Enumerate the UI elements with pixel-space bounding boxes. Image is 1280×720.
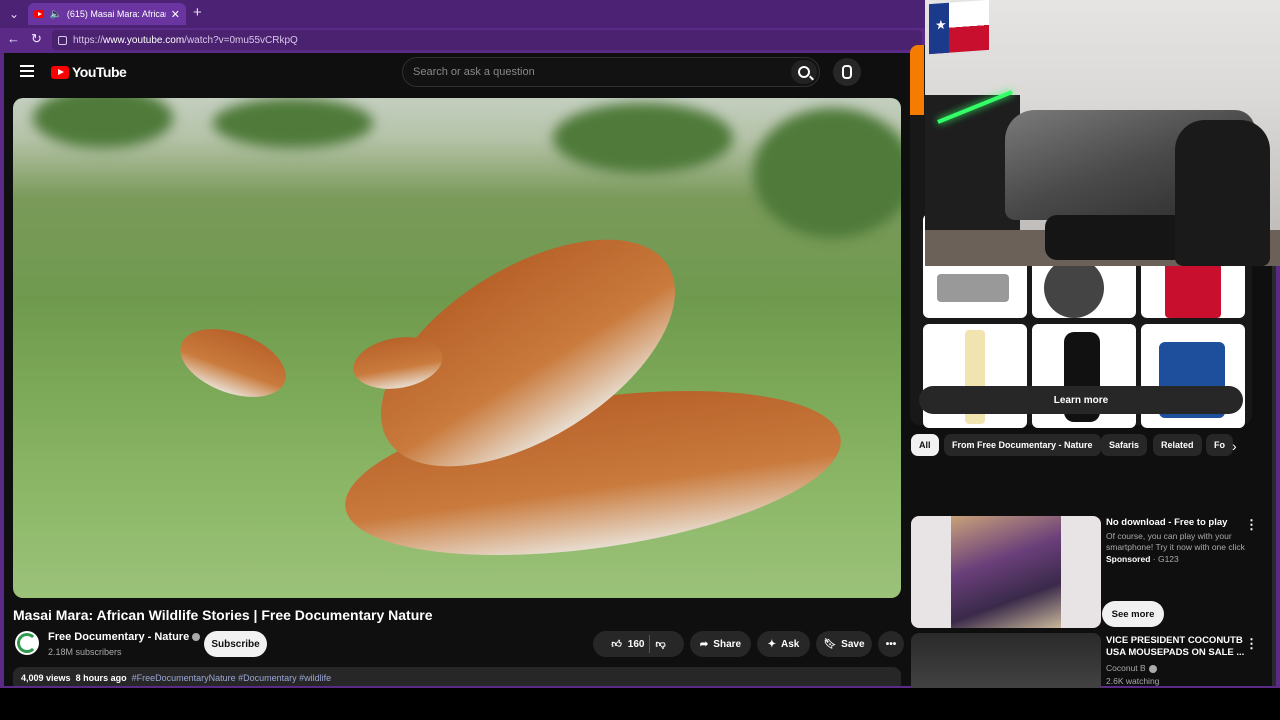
sponsored-badge: Sponsored bbox=[1106, 554, 1151, 564]
search-icon bbox=[798, 66, 810, 78]
subscribe-button[interactable]: Subscribe bbox=[204, 631, 267, 657]
advertiser-name: · G123 bbox=[1152, 554, 1179, 564]
rec-title-1[interactable]: No download - Free to play bbox=[1106, 517, 1227, 529]
like-button[interactable]: 👍︎ 160 bbox=[611, 638, 645, 651]
ad-accent-strip bbox=[910, 45, 924, 115]
channel-row: Free Documentary - Nature 2.18M subscrib… bbox=[13, 629, 904, 661]
logo-text: YouTube bbox=[72, 64, 127, 80]
back-icon[interactable]: ← bbox=[7, 31, 20, 46]
like-divider bbox=[649, 635, 651, 653]
channel-name-text: Free Documentary - Nature bbox=[48, 631, 190, 643]
subscriber-count: 2.18M subscribers bbox=[48, 647, 122, 657]
channel-name[interactable]: Free Documentary - Nature bbox=[48, 631, 201, 643]
channel-avatar[interactable] bbox=[15, 631, 39, 655]
rec-sponsored-line: Sponsored · G123 bbox=[1106, 554, 1179, 565]
see-more-button[interactable]: See more bbox=[1102, 601, 1164, 627]
rec-channel-name: Coconut B bbox=[1106, 663, 1146, 673]
background-tree bbox=[33, 98, 173, 148]
menu-icon[interactable] bbox=[20, 65, 34, 77]
chip-more[interactable]: Fo bbox=[1206, 434, 1233, 456]
url-prefix: https:// bbox=[73, 34, 104, 46]
background-tree bbox=[553, 103, 733, 173]
description-box[interactable]: 4,009 views 8 hours ago #FreeDocumentary… bbox=[13, 667, 901, 686]
rec-desc-1a: Of course, you can play with your bbox=[1106, 531, 1232, 541]
url-path: /watch?v=0mu55vCRkpQ bbox=[184, 34, 298, 46]
rec-thumbnail-2[interactable] bbox=[911, 633, 1101, 693]
chip-safaris[interactable]: Safaris bbox=[1101, 434, 1148, 456]
thumbs-up-icon: 👍︎ bbox=[611, 639, 622, 650]
impala-head bbox=[171, 315, 295, 411]
more-icon: ••• bbox=[885, 638, 897, 650]
rec-title-2a[interactable]: VICE PRESIDENT COCONUTB bbox=[1106, 635, 1243, 647]
rec-channel-2[interactable]: Coconut B bbox=[1106, 663, 1157, 674]
rec-desc-1b: smartphone! Try it now with one click bbox=[1106, 542, 1245, 552]
voice-search-mic-icon[interactable] bbox=[833, 58, 861, 86]
address-bar-row: ← ↻ https://www.youtube.com/watch?v=0mu5… bbox=[0, 28, 925, 52]
share-icon: ➦ bbox=[699, 638, 709, 650]
video-player[interactable] bbox=[13, 98, 901, 598]
tab-title: (615) Masai Mara: African Wil bbox=[66, 9, 166, 19]
chair-base bbox=[1045, 215, 1185, 260]
background-tree bbox=[213, 98, 373, 148]
search-button[interactable] bbox=[791, 60, 817, 84]
like-count: 160 bbox=[627, 638, 645, 650]
thumbs-down-icon: 👎︎ bbox=[655, 639, 666, 650]
search-input[interactable]: Search or ask a question bbox=[402, 57, 820, 87]
save-label: Save bbox=[841, 638, 865, 650]
reload-icon[interactable]: ↻ bbox=[31, 31, 42, 47]
chip-related[interactable]: Related bbox=[1153, 434, 1202, 456]
share-label: Share bbox=[713, 638, 742, 650]
url-host: www.youtube.com bbox=[103, 34, 185, 46]
more-actions-button[interactable]: ••• bbox=[878, 631, 904, 657]
background-tree bbox=[753, 108, 901, 238]
verified-icon bbox=[1148, 664, 1157, 673]
bookmark-icon: 🔖︎ bbox=[823, 638, 837, 650]
hashtags[interactable]: #FreeDocumentaryNature #Documentary #wil… bbox=[132, 673, 332, 683]
search-placeholder: Search or ask a question bbox=[413, 66, 535, 78]
view-count: 4,009 views bbox=[21, 673, 71, 683]
filter-chips: All From Free Documentary - Nature Safar… bbox=[906, 434, 1246, 458]
youtube-play-icon bbox=[51, 65, 69, 79]
save-button[interactable]: 🔖︎ Save bbox=[816, 631, 872, 657]
texas-flag bbox=[929, 0, 989, 55]
new-tab-button[interactable]: + bbox=[193, 4, 202, 21]
verified-icon bbox=[192, 633, 201, 642]
page-info-icon[interactable] bbox=[58, 35, 67, 45]
gaming-chair bbox=[1175, 120, 1270, 266]
like-dislike-group: 👍︎ 160 👎︎ bbox=[593, 631, 684, 657]
url-field[interactable]: https://www.youtube.com/watch?v=0mu55vCR… bbox=[52, 30, 922, 50]
rec-menu-icon[interactable]: ⋮ bbox=[1245, 636, 1258, 652]
tab-bar: ⌄ 🔈 (615) Masai Mara: African Wil ✕ + bbox=[0, 0, 925, 28]
tab-close-icon[interactable]: ✕ bbox=[171, 8, 180, 21]
chips-next-chevron-icon[interactable]: › bbox=[1232, 438, 1237, 454]
rec-title-2b[interactable]: USA MOUSEPADS ON SALE ... bbox=[1106, 647, 1244, 659]
rec-watching-2: 2.6K watching bbox=[1106, 676, 1160, 686]
webcam-overlay bbox=[925, 0, 1280, 266]
video-title: Masai Mara: African Wildlife Stories | F… bbox=[13, 607, 433, 623]
learn-more-button[interactable]: Learn more bbox=[919, 386, 1243, 414]
share-button[interactable]: ➦ Share bbox=[690, 631, 751, 657]
youtube-favicon-icon bbox=[34, 10, 45, 18]
rec-menu-icon[interactable]: ⋮ bbox=[1245, 517, 1258, 533]
chip-from-channel[interactable]: From Free Documentary - Nature bbox=[944, 434, 1101, 456]
screen-bottom-bar bbox=[0, 688, 1280, 720]
upload-age: 8 hours ago bbox=[75, 673, 127, 683]
speaker-icon[interactable]: 🔈 bbox=[49, 9, 61, 20]
tab-list-chevron-icon[interactable]: ⌄ bbox=[4, 4, 24, 24]
youtube-logo[interactable]: YouTube bbox=[51, 64, 127, 80]
dislike-button[interactable]: 👎︎ bbox=[655, 638, 665, 650]
ask-label: Ask bbox=[781, 638, 800, 650]
rec-thumbnail-1[interactable] bbox=[911, 516, 1101, 628]
ask-button[interactable]: ✦ Ask bbox=[757, 631, 810, 657]
chip-all[interactable]: All bbox=[911, 434, 939, 456]
sparkle-icon: ✦ bbox=[767, 638, 777, 650]
tab-youtube[interactable]: 🔈 (615) Masai Mara: African Wil ✕ bbox=[28, 3, 186, 25]
